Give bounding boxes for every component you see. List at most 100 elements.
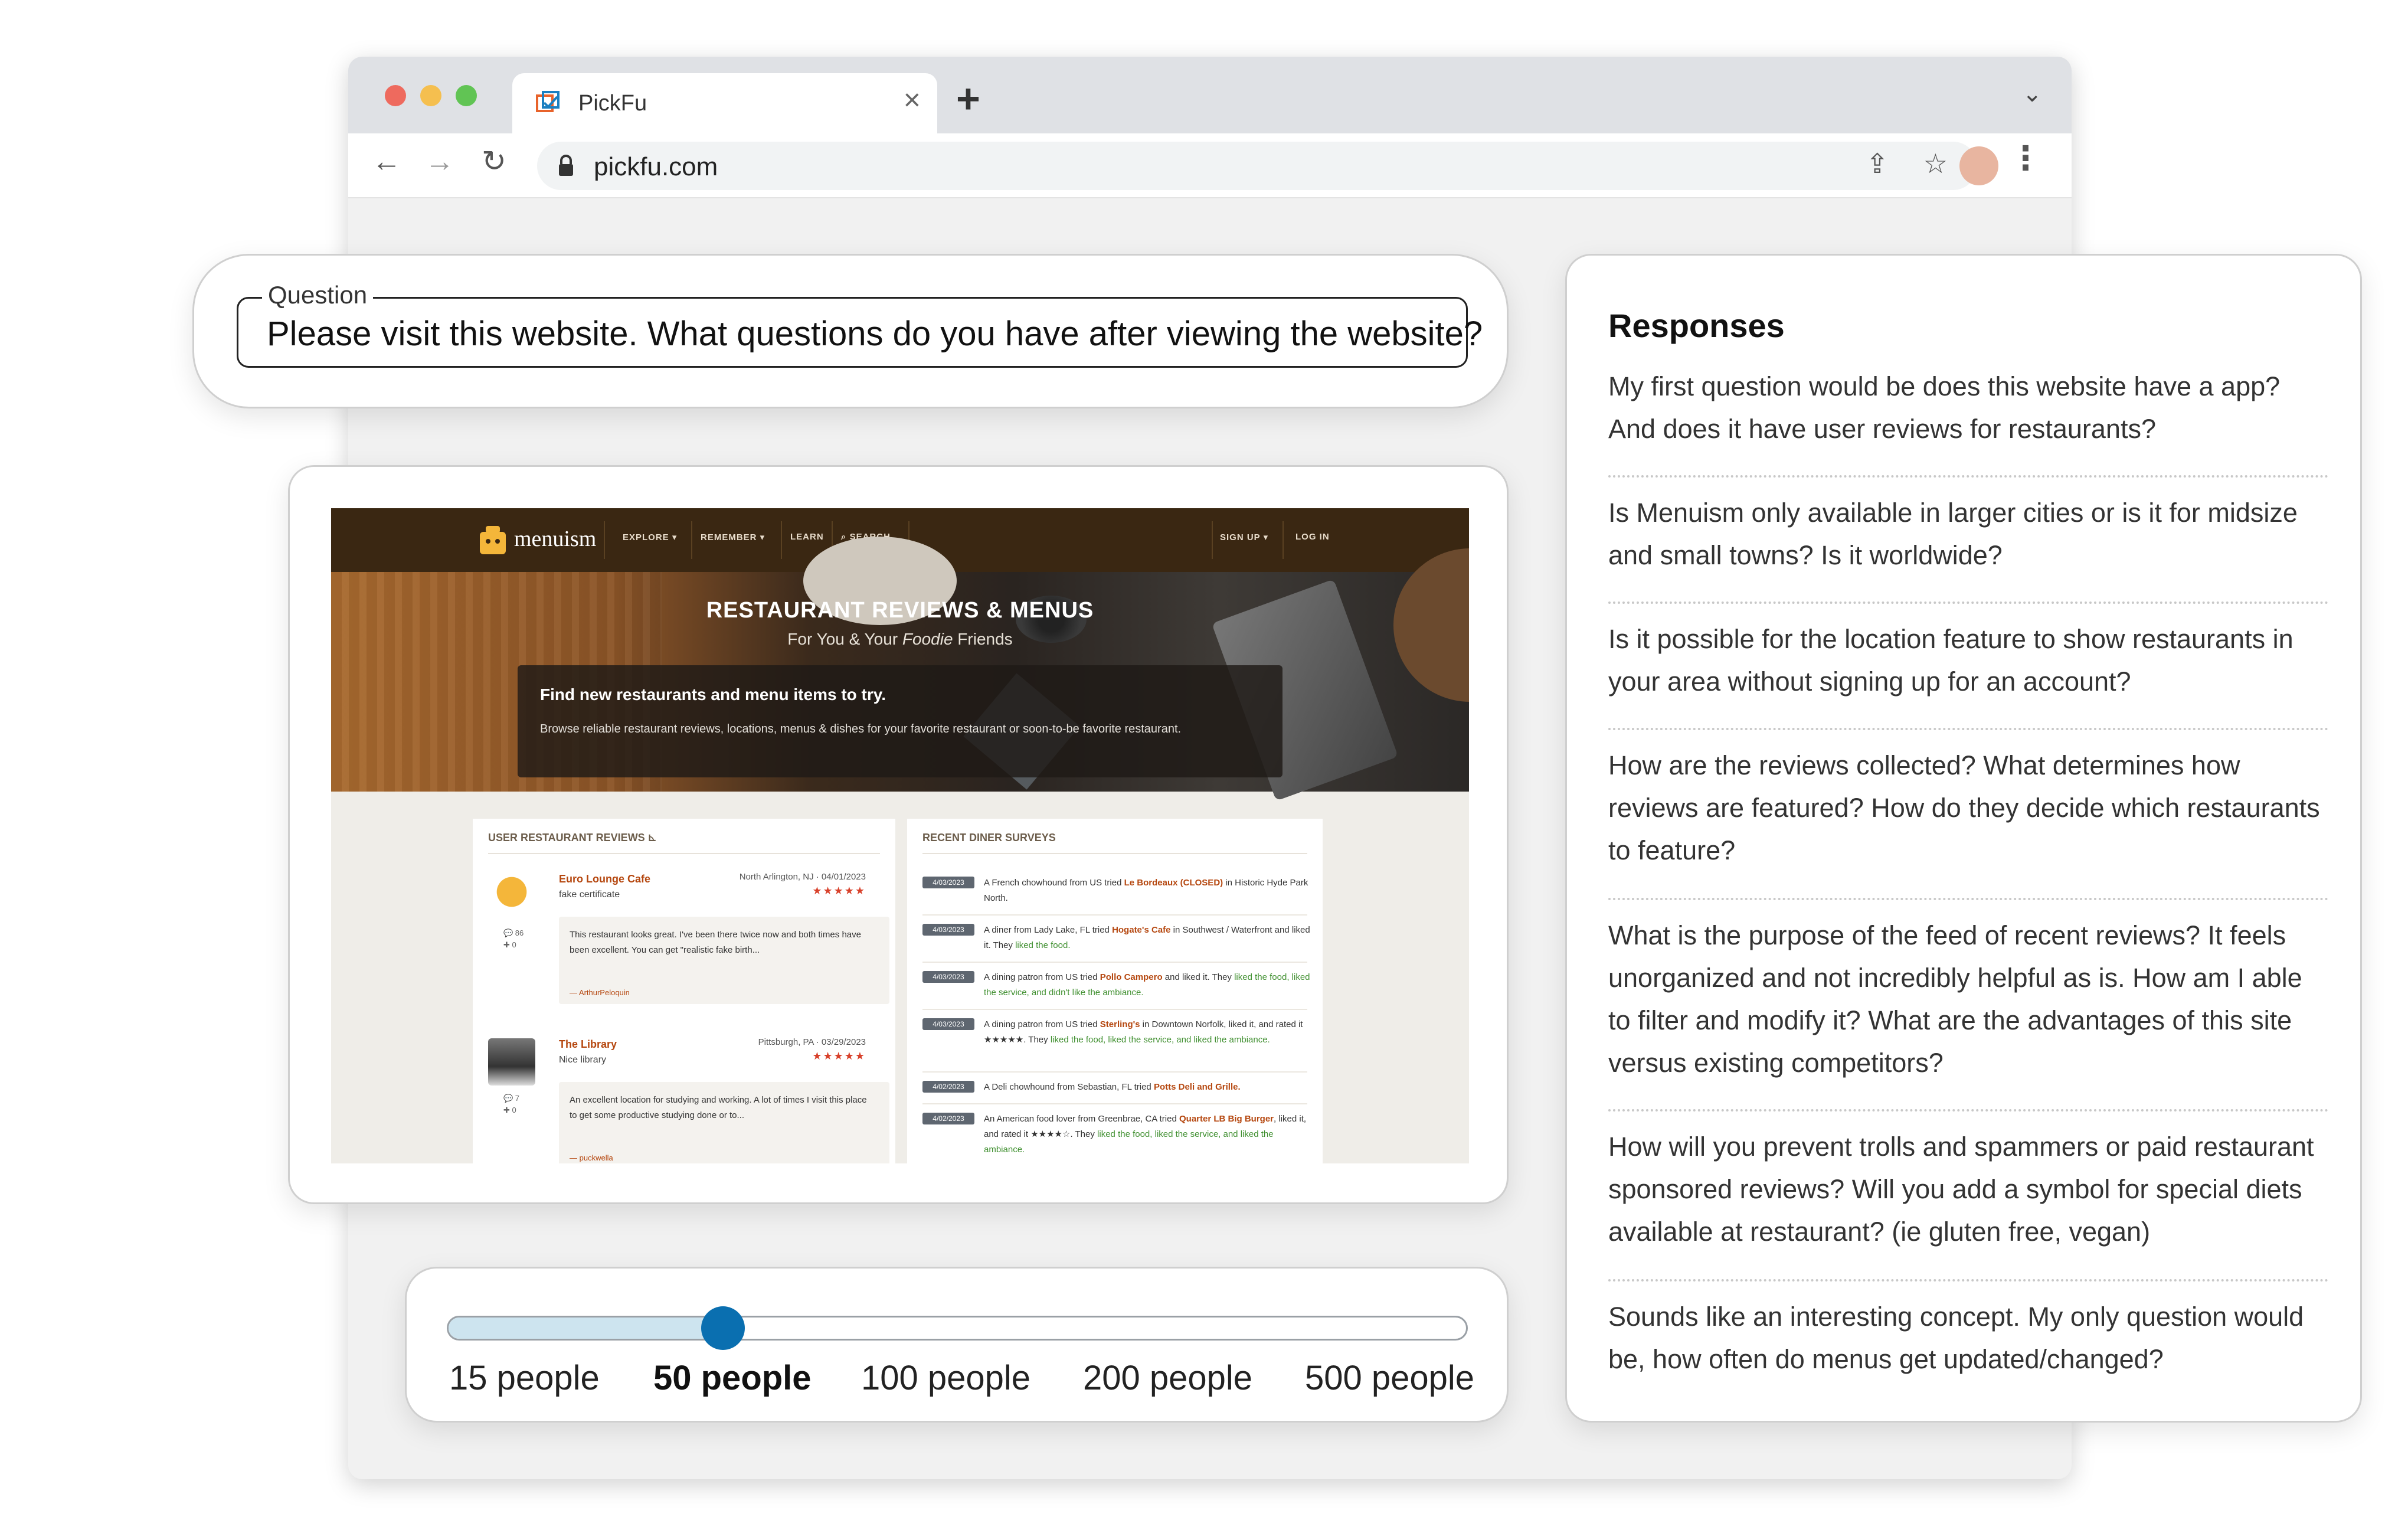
site-nav-learn[interactable]: LEARN	[790, 532, 824, 542]
response-divider	[1608, 601, 2328, 604]
user-reviews-title[interactable]: USER RESTAURANT REVIEWS ⊾	[488, 832, 657, 844]
site-logo[interactable]: menuism	[514, 526, 596, 552]
site-nav-signup[interactable]: SIGN UP ▾	[1220, 532, 1268, 542]
review-restaurant-name[interactable]: Euro Lounge Cafe	[559, 873, 650, 885]
response-divider	[1608, 728, 2328, 730]
response-text: Sounds like an interesting concept. My o…	[1608, 1302, 2304, 1374]
plus-icon[interactable]: +	[956, 78, 980, 119]
response-divider	[1608, 475, 2328, 478]
tab-pickfu[interactable]: PickFu ×	[512, 73, 937, 133]
nav-divider	[1282, 521, 1284, 559]
survey-date-badge: 4/02/2023	[922, 1081, 974, 1093]
survey-text: A Deli chowhound from Sebastian, FL trie…	[984, 1082, 1241, 1092]
browser-toolbar: ← → ↻ pickfu.com ⇪ ☆ ⋮	[348, 133, 2072, 198]
survey-restaurant-link[interactable]: Le Bordeaux (CLOSED)	[1124, 878, 1223, 888]
site-hero: RESTAURANT REVIEWS & MENUS For You & You…	[331, 537, 1469, 801]
window-zoom-button[interactable]	[456, 85, 477, 106]
response-item: Sounds like an interesting concept. My o…	[1608, 1296, 2328, 1381]
kebab-menu-icon[interactable]: ⋮	[2009, 142, 2042, 175]
share-icon[interactable]: ⇪	[1866, 150, 1889, 177]
audience-size-card: 15 people 50 people 100 people 200 peopl…	[405, 1267, 1509, 1423]
response-text: How will you prevent trolls and spammers…	[1608, 1132, 2314, 1247]
window-close-button[interactable]	[385, 85, 406, 106]
survey-date-badge: 4/02/2023	[922, 1113, 974, 1124]
question-text: Please visit this website. What question…	[267, 315, 1483, 353]
survey-restaurant-link[interactable]: Sterling's	[1100, 1019, 1140, 1029]
audience-option-500[interactable]: 500 people	[1305, 1358, 1474, 1398]
hero-callout-text: Browse reliable restaurant reviews, loca…	[540, 722, 1182, 735]
hero-callout-title: Find new restaurants and menu items to t…	[540, 685, 886, 704]
survey-date-badge: 4/03/2023	[922, 971, 974, 983]
site-nav-login[interactable]: LOG IN	[1295, 532, 1330, 542]
site-nav-remember[interactable]: REMEMBER ▾	[701, 532, 765, 542]
response-text: How are the reviews collected? What dete…	[1608, 750, 2320, 865]
forward-arrow-icon[interactable]: →	[425, 146, 454, 176]
question-field[interactable]: Question Please visit this website. What…	[237, 281, 1483, 368]
survey-text: An American food lover from Greenbrae, C…	[984, 1114, 1307, 1155]
review-tagline: fake certificate	[559, 890, 620, 900]
pickfu-favicon-icon	[536, 91, 560, 112]
hero-subtitle: For You & Your Foodie Friends	[787, 630, 1013, 648]
diner-surveys-panel: RECENT DINER SURVEYS 4/03/2023 A French …	[907, 819, 1323, 1163]
review-stars: ★★★★★	[812, 885, 866, 897]
audience-size-slider-handle[interactable]	[701, 1306, 745, 1350]
avatar[interactable]	[488, 873, 535, 920]
address-bar[interactable]: pickfu.com ⇪ ☆	[537, 142, 1977, 190]
review-location-date: Pittsburgh, PA · 03/29/2023	[758, 1037, 866, 1047]
response-item: What is the purpose of the feed of recen…	[1608, 914, 2328, 1084]
tab-title: PickFu	[578, 91, 647, 116]
response-divider	[1608, 898, 2328, 900]
review-text: An excellent location for studying and w…	[570, 1095, 867, 1120]
website-screenshot-card: menuism EXPLORE ▾ REMEMBER ▾ LEARN ⌕ SEA…	[288, 465, 1509, 1204]
response-item: How will you prevent trolls and spammers…	[1608, 1126, 2328, 1253]
site-nav-explore[interactable]: EXPLORE ▾	[623, 532, 677, 542]
diner-surveys-title: RECENT DINER SURVEYS	[922, 832, 1056, 844]
reload-icon[interactable]: ↻	[482, 146, 506, 176]
star-icon[interactable]: ☆	[1923, 150, 1948, 177]
survey-text: A French chowhound from US tried Le Bord…	[984, 878, 1308, 903]
chevron-down-icon[interactable]: ⌄	[2022, 80, 2042, 107]
responses-card: Responses My first question would be doe…	[1565, 254, 2362, 1423]
review-body: An excellent location for studying and w…	[559, 1082, 889, 1163]
url-text: pickfu.com	[594, 152, 718, 181]
avatar[interactable]	[1959, 146, 1998, 185]
response-divider	[1608, 1279, 2328, 1281]
audience-option-100[interactable]: 100 people	[861, 1358, 1030, 1398]
question-label: Question	[262, 281, 374, 309]
hero-title: RESTAURANT REVIEWS & MENUS	[706, 598, 1094, 623]
hero-callout: Find new restaurants and menu items to t…	[518, 665, 1282, 777]
survey-restaurant-link[interactable]: Pollo Campero	[1100, 972, 1163, 982]
audience-size-slider-track[interactable]	[447, 1316, 1468, 1341]
nav-divider	[781, 521, 782, 559]
survey-restaurant-link[interactable]: Hogate's Cafe	[1112, 925, 1170, 935]
question-card: Question Please visit this website. What…	[192, 254, 1509, 408]
response-text: Is Menuism only available in larger citi…	[1608, 498, 2298, 570]
response-text: What is the purpose of the feed of recen…	[1608, 920, 2302, 1078]
survey-restaurant-link[interactable]: Quarter LB Big Burger	[1179, 1114, 1274, 1124]
response-item: My first question would be does this web…	[1608, 365, 2328, 450]
menuism-logo-icon	[480, 526, 506, 554]
audience-option-200[interactable]: 200 people	[1083, 1358, 1252, 1398]
survey-text: A dining patron from US tried Pollo Camp…	[984, 972, 1310, 998]
response-item: How are the reviews collected? What dete…	[1608, 744, 2328, 872]
avatar[interactable]	[488, 1038, 535, 1086]
review-author[interactable]: — ArthurPeloquin	[570, 988, 630, 997]
nav-divider	[1212, 521, 1213, 559]
nav-divider	[691, 521, 692, 559]
responses-title: Responses	[1608, 307, 1785, 344]
website-screenshot: menuism EXPLORE ▾ REMEMBER ▾ LEARN ⌕ SEA…	[331, 508, 1469, 1163]
survey-date-badge: 4/03/2023	[922, 1018, 974, 1030]
review-restaurant-name[interactable]: The Library	[559, 1038, 617, 1051]
review-body: This restaurant looks great. I've been t…	[559, 917, 889, 1004]
response-divider	[1608, 1109, 2328, 1111]
back-arrow-icon[interactable]: ←	[372, 146, 401, 176]
review-item: The Library Pittsburgh, PA · 03/29/2023 …	[488, 1032, 889, 1163]
window-minimize-button[interactable]	[420, 85, 441, 106]
review-author[interactable]: — puckwella	[570, 1153, 613, 1162]
survey-text: A diner from Lady Lake, FL tried Hogate'…	[984, 925, 1310, 950]
close-icon[interactable]: ×	[904, 85, 921, 115]
survey-restaurant-link[interactable]: Potts Deli and Grille.	[1154, 1082, 1241, 1092]
user-reviews-panel: USER RESTAURANT REVIEWS ⊾ Euro Lounge Ca…	[473, 819, 895, 1163]
audience-option-50[interactable]: 50 people	[653, 1358, 812, 1398]
audience-option-15[interactable]: 15 people	[449, 1358, 600, 1398]
